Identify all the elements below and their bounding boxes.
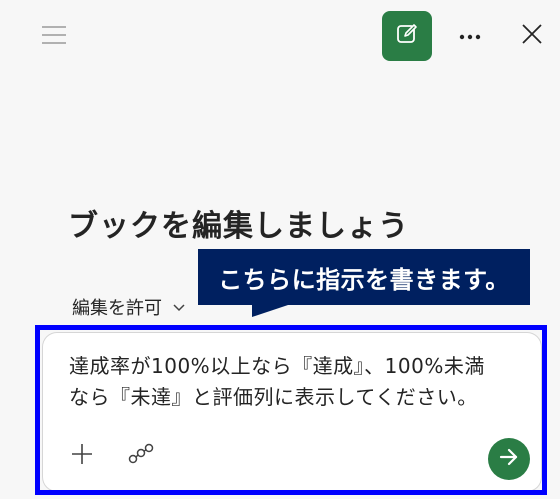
compose-icon xyxy=(395,22,419,50)
annotation-callout: こちらに指示を書きます。 xyxy=(198,249,530,305)
permission-label: 編集を許可 xyxy=(72,298,162,319)
annotation-highlight-box xyxy=(35,325,547,495)
chevron-down-icon xyxy=(172,297,186,318)
more-options-button[interactable] xyxy=(450,20,490,50)
hamburger-menu-icon[interactable] xyxy=(36,20,72,50)
close-button[interactable] xyxy=(512,16,552,56)
new-chat-button[interactable] xyxy=(382,11,432,61)
page-title: ブックを編集しましょう xyxy=(68,209,409,244)
annotation-callout-tail xyxy=(252,303,294,317)
edit-permission-dropdown[interactable]: 編集を許可 xyxy=(72,294,186,320)
close-icon xyxy=(521,23,543,49)
more-horizontal-icon xyxy=(458,26,482,45)
